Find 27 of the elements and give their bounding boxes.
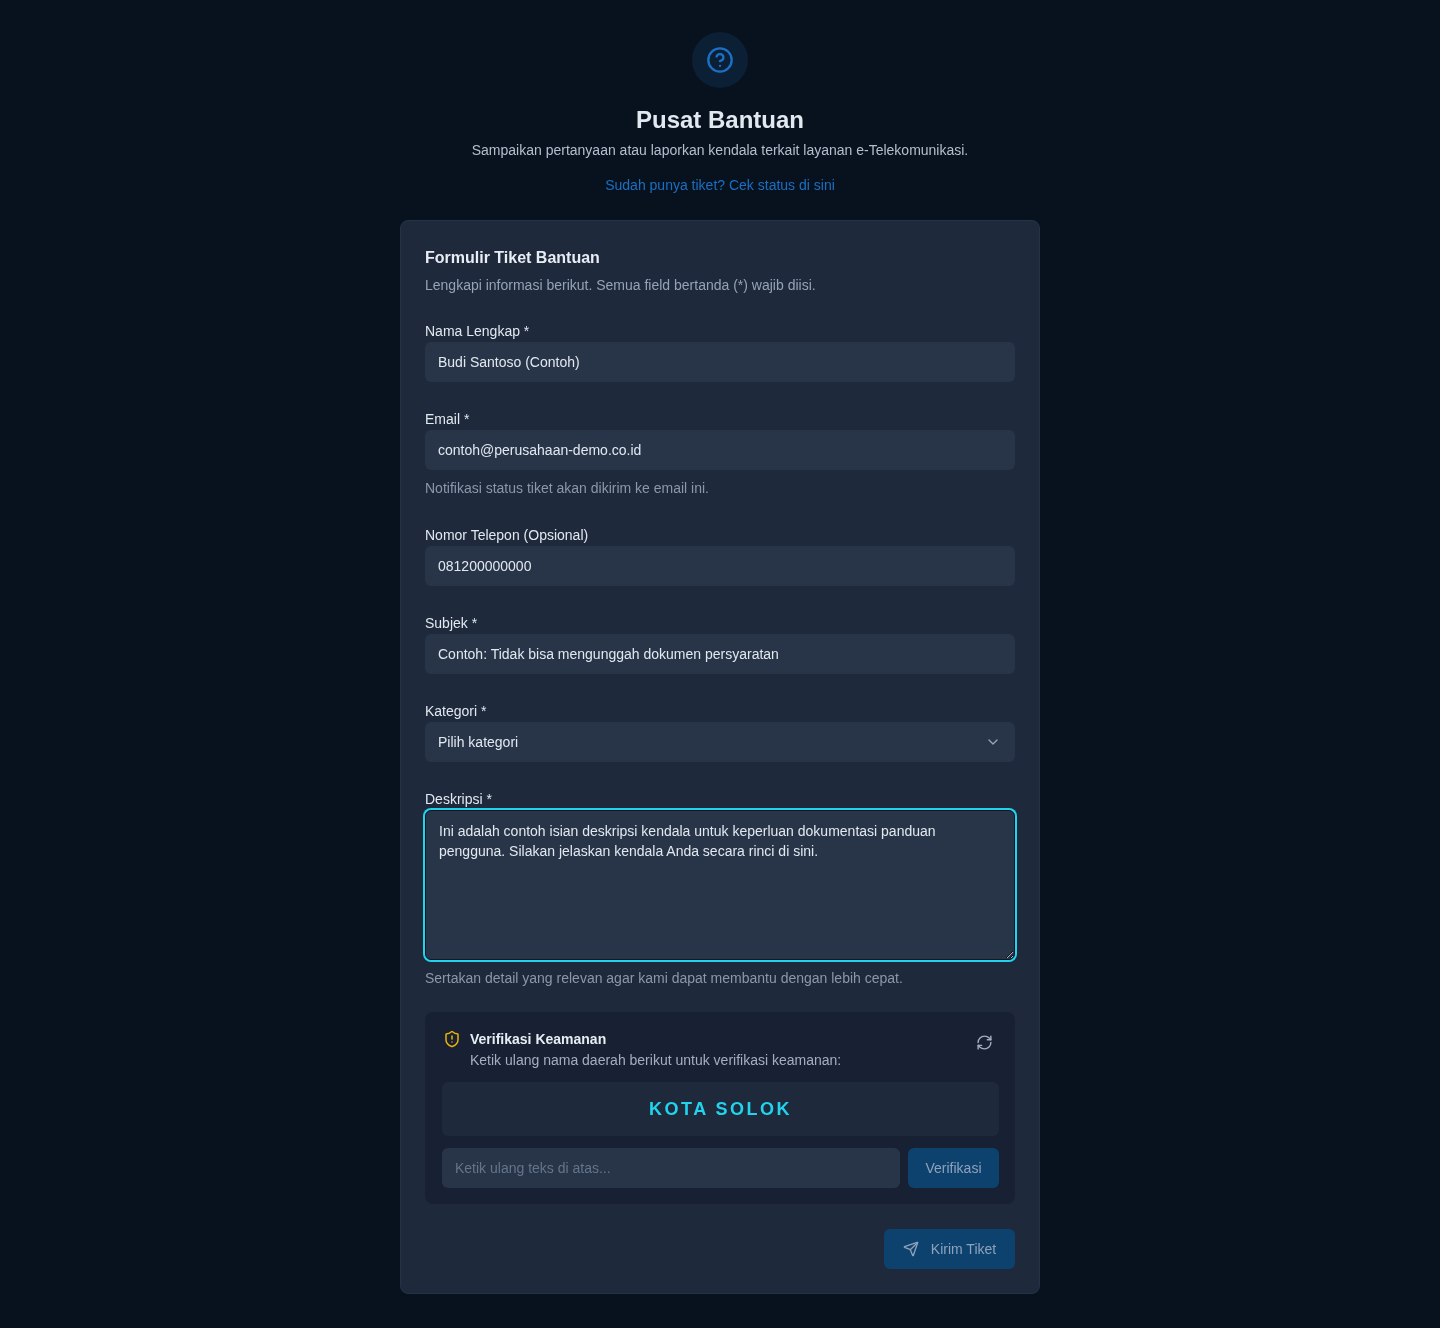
select-field[interactable]: Pilih kategori bbox=[425, 722, 1015, 762]
captcha-input-field[interactable]: Ketik ulang teks di atas... bbox=[442, 1148, 900, 1188]
refresh-icon[interactable] bbox=[976, 1034, 993, 1051]
input-field[interactable]: Contoh: Tidak bisa mengunggah dokumen persyaratan bbox=[425, 634, 1015, 674]
input-field[interactable]: contoh@perusahaan-demo.co.id bbox=[425, 430, 1015, 470]
field-label: Kategori * bbox=[425, 702, 488, 721]
textarea-field[interactable]: Ini adalah contoh isian deskripsi kendala untuk keperluan dokumentasi panduan pengguna. Silakan jelaskan kendala Anda secara rinci di sini. bbox=[425, 810, 1015, 960]
form-title: Formulir Tiket Bantuan bbox=[425, 248, 601, 268]
help-icon bbox=[692, 32, 748, 88]
field-label: Deskripsi * bbox=[425, 790, 493, 809]
field-label: Subjek * bbox=[425, 614, 479, 633]
field-label: Nama Lengkap * bbox=[425, 322, 531, 341]
form-subtitle: Lengkapi informasi berikut. Semua field bertanda (*) wajib diisi. bbox=[425, 276, 817, 295]
input-field[interactable]: Budi Santoso (Contoh) bbox=[425, 342, 1015, 382]
field-hint: Sertakan detail yang relevan agar kami dapat membantu dengan lebih cepat. bbox=[425, 969, 904, 988]
input-field[interactable]: 081200000000 bbox=[425, 546, 1015, 586]
send-icon bbox=[902, 1241, 919, 1257]
field-label: Nomor Telepon (Opsional) bbox=[425, 526, 590, 545]
page-title: Pusat Bantuan bbox=[636, 105, 804, 135]
field-label: Email * bbox=[425, 410, 471, 429]
page-subtitle: Sampaikan pertanyaan atau laporkan kendala terkait layanan e-Telekomunikasi. bbox=[471, 141, 969, 160]
shield-alert-icon bbox=[443, 1030, 461, 1048]
check-status-link[interactable]: Sudah punya tiket? Cek status di sini bbox=[605, 175, 835, 195]
captcha-code: KOTA SOLOK bbox=[442, 1082, 999, 1136]
verification-title: Verifikasi Keamanan bbox=[470, 1030, 608, 1049]
field-hint: Notifikasi status tiket akan dikirim ke email ini. bbox=[425, 479, 710, 498]
verification-subtitle: Ketik ulang nama daerah berikut untuk verifikasi keamanan: bbox=[470, 1051, 843, 1070]
